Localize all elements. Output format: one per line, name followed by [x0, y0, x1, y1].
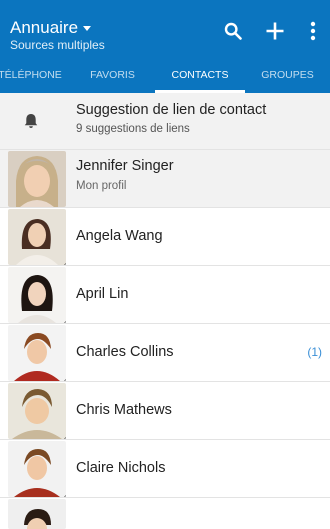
- tab-contacts[interactable]: CONTACTS: [155, 61, 245, 93]
- list-item[interactable]: Angela Wang: [0, 208, 330, 266]
- app-title-label: Annuaire: [10, 18, 79, 37]
- avatar: [8, 441, 66, 497]
- bell-icon: [14, 108, 48, 134]
- list-item[interactable]: Chris Mathews: [0, 382, 330, 440]
- list-item[interactable]: Claire Nichols: [0, 440, 330, 498]
- linked-count-badge: (1): [307, 345, 322, 359]
- directory-selector[interactable]: Annuaire Sources multiples: [10, 18, 105, 52]
- contact-name: April Lin: [76, 286, 129, 302]
- dropdown-caret-icon: [83, 26, 92, 31]
- avatar: [8, 267, 66, 323]
- avatar: [8, 325, 66, 381]
- app-subtitle: Sources multiples: [10, 38, 105, 52]
- suggestion-subtitle: 9 suggestions de liens: [76, 123, 190, 135]
- contact-name: Jennifer Singer: [76, 158, 174, 174]
- more-options-button[interactable]: [296, 16, 330, 46]
- app-bar: Annuaire Sources multiples: [0, 0, 330, 61]
- my-profile-row[interactable]: Jennifer Singer Mon profil: [0, 150, 330, 208]
- suggestion-title: Suggestion de lien de contact: [76, 102, 267, 118]
- list-item[interactable]: Charles Collins (1): [0, 324, 330, 382]
- contact-name: Chris Mathews: [76, 402, 172, 418]
- tab-groupes[interactable]: GROUPES: [245, 61, 330, 93]
- avatar: [8, 499, 66, 529]
- tab-telephone[interactable]: TÉLÉPHONE: [0, 61, 70, 93]
- search-button[interactable]: [212, 16, 254, 46]
- avatar: [8, 383, 66, 439]
- tab-favoris[interactable]: FAVORIS: [70, 61, 155, 93]
- contact-name: Angela Wang: [76, 228, 163, 244]
- toolbar-actions: [212, 16, 330, 46]
- avatar: [8, 209, 66, 265]
- list-item[interactable]: April Lin: [0, 266, 330, 324]
- contact-name: Charles Collins: [76, 344, 174, 360]
- tab-bar: TÉLÉPHONE FAVORIS CONTACTS GROUPES: [0, 61, 330, 93]
- link-suggestion-row[interactable]: Suggestion de lien de contact 9 suggesti…: [0, 93, 330, 150]
- add-contact-button[interactable]: [254, 16, 296, 46]
- profile-subtitle: Mon profil: [76, 180, 127, 192]
- more-vertical-icon: [310, 21, 316, 41]
- contact-list: Suggestion de lien de contact 9 suggesti…: [0, 93, 330, 529]
- search-icon: [224, 22, 242, 40]
- avatar: [8, 151, 66, 207]
- add-icon: [266, 22, 284, 40]
- contact-name: Claire Nichols: [76, 460, 166, 476]
- app-title: Annuaire: [10, 18, 105, 38]
- list-item[interactable]: [0, 498, 330, 529]
